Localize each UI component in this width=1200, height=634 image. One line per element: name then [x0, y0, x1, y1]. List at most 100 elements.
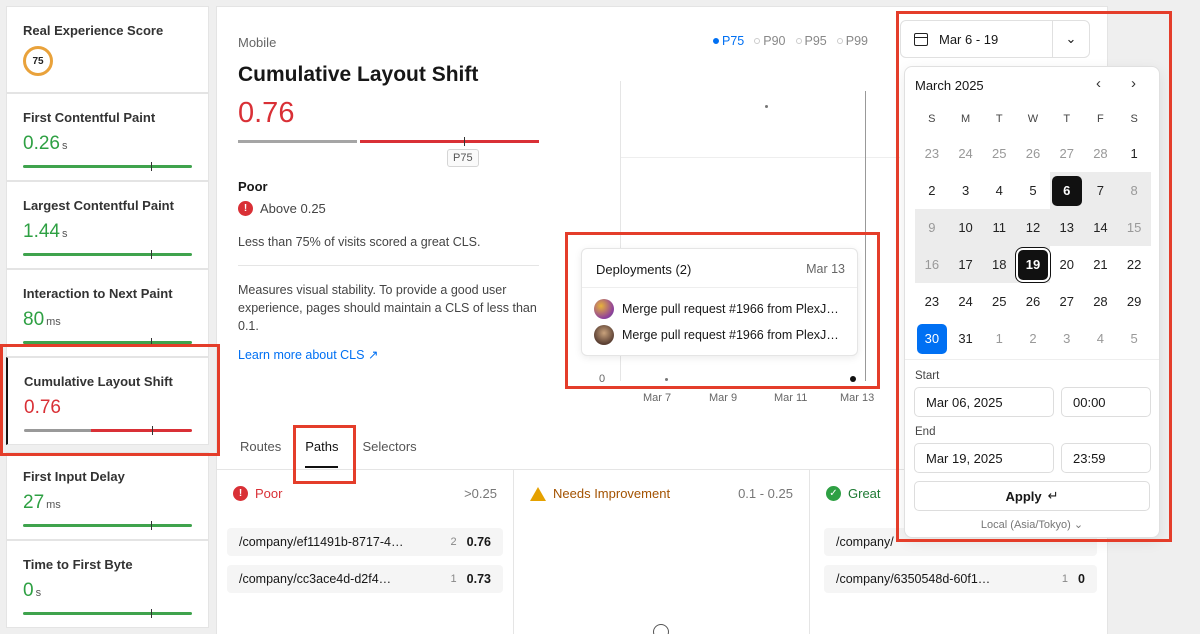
tab-selectors[interactable]: Selectors	[362, 439, 416, 468]
timezone-select[interactable]: Local (Asia/Tokyo) ⌄	[905, 518, 1159, 531]
calendar-day[interactable]: 5	[1117, 320, 1151, 357]
tab-p99[interactable]: P99	[836, 34, 868, 48]
calendar-day[interactable]: 18	[982, 246, 1017, 283]
calendar-day[interactable]: 7	[1083, 172, 1118, 209]
avatar	[594, 325, 614, 345]
calendar-day[interactable]: 4	[982, 172, 1016, 209]
calendar-day[interactable]: 3	[1050, 320, 1084, 357]
path-row[interactable]: /company/ef11491b-8717-4… 2 0.76	[227, 528, 503, 556]
calendar-day[interactable]: 10	[948, 209, 983, 246]
tab-paths[interactable]: Paths	[305, 439, 339, 468]
calendar-day[interactable]: 5	[1016, 172, 1050, 209]
day-number: 31	[958, 331, 973, 346]
sidebar-item-ttfb[interactable]: Time to First Byte 0s	[6, 540, 209, 628]
calendar-day[interactable]: 28	[1084, 135, 1118, 172]
calendar-day[interactable]: 17	[948, 246, 983, 283]
divider	[238, 265, 539, 266]
calendar-day[interactable]: 2	[1016, 320, 1050, 357]
calendar-day[interactable]: 11	[982, 209, 1017, 246]
day-number: 3	[961, 183, 970, 198]
chevron-left-icon[interactable]: ‹	[1096, 75, 1101, 92]
p75-marker	[151, 162, 152, 171]
calendar-day[interactable]: 19	[1016, 246, 1050, 283]
day-number: 14	[1093, 220, 1108, 235]
day-number: 22	[1126, 257, 1142, 272]
tab-p90[interactable]: P90	[754, 34, 786, 48]
calendar-day[interactable]: 16	[915, 246, 949, 283]
calendar-day[interactable]: 15	[1117, 209, 1151, 246]
avatar	[594, 299, 614, 319]
calendar-day[interactable]: 26	[1016, 283, 1050, 320]
divider	[905, 359, 1159, 360]
calendar-day[interactable]: 4	[1084, 320, 1118, 357]
path-row[interactable]: /company/cc3ace4d-d2f4… 1 0.73	[227, 565, 503, 593]
deployments-popover: Deployments (2) Mar 13 Merge pull reques…	[581, 248, 858, 356]
calendar-day[interactable]: 1	[1117, 135, 1151, 172]
calendar-day[interactable]: 13	[1049, 209, 1084, 246]
day-number: 28	[1093, 294, 1108, 309]
calendar-day[interactable]: 24	[949, 135, 983, 172]
calendar-day[interactable]: 20	[1050, 246, 1084, 283]
path-row[interactable]: /company/6350548d-60f1… 1 0	[824, 565, 1097, 593]
metric-unit: s	[61, 228, 68, 240]
sidebar-item-fid[interactable]: First Input Delay 27 ms	[6, 452, 209, 540]
sidebar-item-real-experience-score[interactable]: Real Experience Score 75	[6, 6, 209, 93]
radio-dot-icon	[836, 38, 843, 44]
start-date-input[interactable]: Mar 06, 2025	[914, 387, 1054, 417]
sidebar-item-lcp[interactable]: Largest Contentful Paint 1.44 s	[6, 181, 209, 269]
tab-label: P90	[763, 34, 786, 48]
calendar-day[interactable]: 25	[982, 135, 1016, 172]
calendar-day[interactable]: 31	[949, 320, 983, 357]
deployment-message: Merge pull request #1966 from PlexJ…	[622, 302, 839, 316]
deployment-item[interactable]: Merge pull request #1966 from PlexJ…	[594, 299, 850, 319]
calendar-day[interactable]: 8	[1117, 172, 1151, 209]
calendar-day[interactable]: 23	[915, 135, 949, 172]
calendar-day[interactable]: 27	[1050, 135, 1084, 172]
tab-routes[interactable]: Routes	[240, 439, 281, 468]
calendar-day[interactable]: 21	[1084, 246, 1118, 283]
deployment-item[interactable]: Merge pull request #1966 from PlexJ…	[594, 325, 850, 345]
calendar-day[interactable]: 6	[1049, 172, 1084, 209]
calendar-day[interactable]: 9	[915, 209, 949, 246]
sidebar-item-fcp[interactable]: First Contentful Paint 0.26 s	[6, 93, 209, 181]
deployment-message: Merge pull request #1966 from PlexJ…	[622, 328, 839, 342]
p75-marker	[151, 521, 152, 530]
calendar-day[interactable]: 26	[1016, 135, 1050, 172]
metrics-sidebar: Real Experience Score 75 First Contentfu…	[6, 6, 209, 634]
calendar-day[interactable]: 12	[1016, 209, 1050, 246]
metric-unit: s	[35, 587, 42, 599]
calendar-day[interactable]: 25	[982, 283, 1016, 320]
metric-value: 1.44 s	[23, 221, 192, 243]
sidebar-item-cls[interactable]: Cumulative Layout Shift 0.76	[6, 357, 209, 445]
calendar-day[interactable]: 22	[1117, 246, 1151, 283]
apply-button[interactable]: Apply ↵	[914, 481, 1150, 511]
column-header: Needs Improvement 0.1 - 0.25	[530, 486, 793, 501]
end-time-input[interactable]: 23:59	[1061, 443, 1151, 473]
learn-more-link[interactable]: Learn more about CLS ↗	[238, 347, 378, 362]
calendar-day[interactable]: 3	[949, 172, 983, 209]
calendar-day[interactable]: 28	[1084, 283, 1118, 320]
page-title: Cumulative Layout Shift	[238, 63, 479, 86]
tab-p95[interactable]: P95	[795, 34, 827, 48]
weekday-label: S	[928, 113, 936, 125]
chevron-right-icon[interactable]: ›	[1131, 75, 1136, 92]
metric-bar	[23, 162, 192, 171]
calendar-day[interactable]: 29	[1117, 283, 1151, 320]
calendar-day[interactable]: 2	[915, 172, 949, 209]
calendar-day[interactable]: 23	[915, 283, 949, 320]
calendar-day[interactable]: 1	[982, 320, 1016, 357]
calendar-day[interactable]: 24	[949, 283, 983, 320]
date-range-button[interactable]: Mar 6 - 19 ⌄	[900, 20, 1090, 58]
calendar-day[interactable]: 14	[1083, 209, 1118, 246]
data-point	[850, 376, 856, 382]
calendar-day[interactable]: 30	[915, 320, 949, 357]
sidebar-item-inp[interactable]: Interaction to Next Paint 80 ms	[6, 269, 209, 357]
apply-label: Apply	[1005, 488, 1042, 504]
start-time-input[interactable]: 00:00	[1061, 387, 1151, 417]
chevron-down-icon[interactable]: ⌄	[1053, 31, 1089, 47]
path-value: 0.73	[466, 572, 491, 586]
calendar-day[interactable]: 27	[1050, 283, 1084, 320]
end-date-input[interactable]: Mar 19, 2025	[914, 443, 1054, 473]
tab-p75[interactable]: P75	[713, 34, 744, 48]
metric-label: Interaction to Next Paint	[23, 286, 173, 301]
